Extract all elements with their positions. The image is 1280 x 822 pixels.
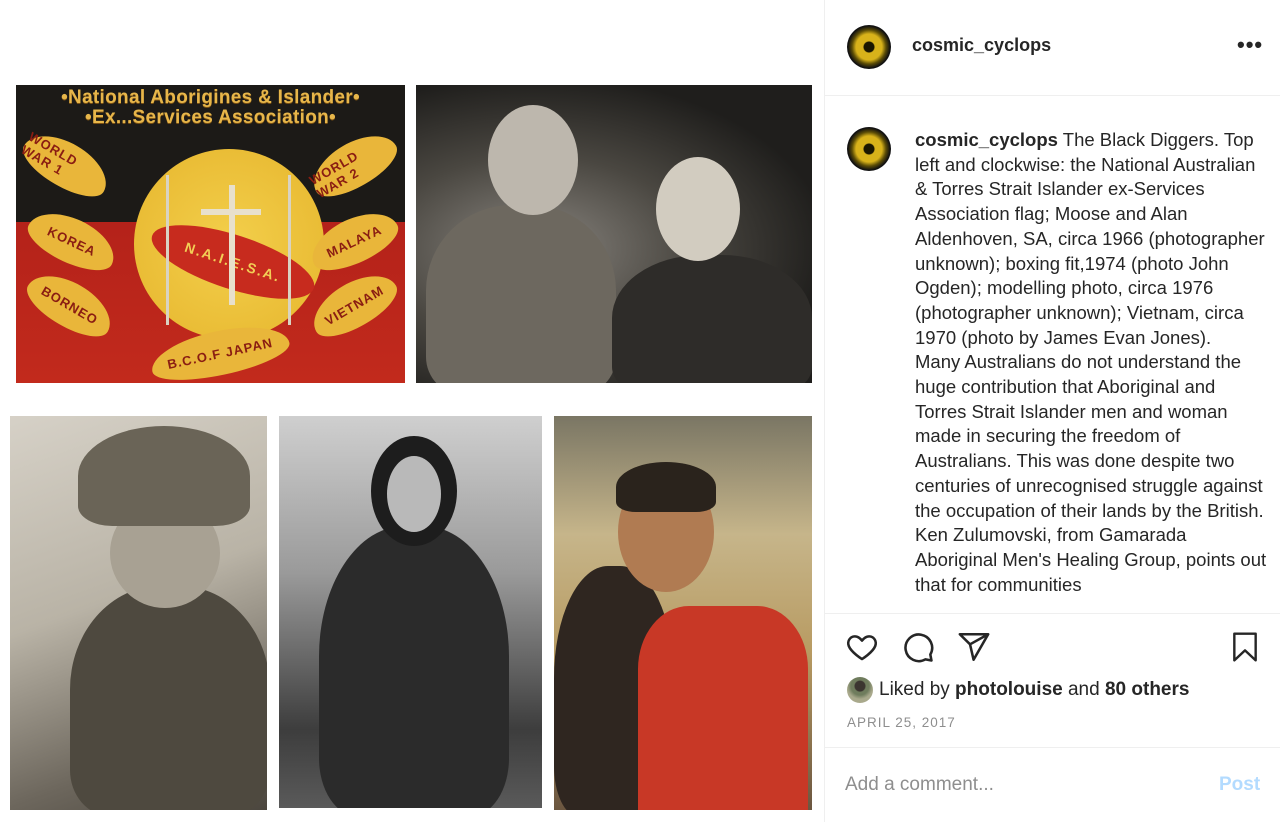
flag-title-line2: •Ex...Services Association• xyxy=(85,107,336,128)
avatar[interactable] xyxy=(847,127,891,171)
caption-text: The Black Diggers. Top left and clockwis… xyxy=(915,129,1267,595)
figure-head xyxy=(656,157,740,261)
figure-body xyxy=(70,586,267,810)
photo-flag: •National Aborigines & Islander• •Ex...S… xyxy=(16,85,405,383)
liked-and: and xyxy=(1062,679,1105,700)
post-media[interactable]: •National Aborigines & Islander• •Ex...S… xyxy=(0,0,824,822)
photo-red-singlet xyxy=(554,416,812,810)
bookmark-icon[interactable] xyxy=(1229,630,1261,664)
flag-boomerang: WORLD WAR 1 xyxy=(16,122,117,208)
heart-icon[interactable] xyxy=(845,630,879,664)
flag-boomerang: WORLD WAR 2 xyxy=(303,122,405,208)
figure-head xyxy=(488,105,578,215)
post-button[interactable]: Post xyxy=(1219,774,1260,796)
share-icon[interactable] xyxy=(957,630,991,664)
post-actions: Liked by photolouise and 80 others APRIL… xyxy=(825,613,1280,747)
figure-body xyxy=(319,526,509,808)
flag-boomerang: KOREA xyxy=(21,201,123,281)
username-link[interactable]: cosmic_cyclops xyxy=(912,35,1051,56)
photo-modelling xyxy=(279,416,542,808)
flag-spear xyxy=(166,175,169,325)
liker-avatar[interactable] xyxy=(847,677,873,703)
figure-hair xyxy=(616,462,716,512)
liked-others-link[interactable]: 80 others xyxy=(1105,679,1189,701)
liked-prefix: Liked by xyxy=(879,679,956,700)
flag-title-line1: •National Aborigines & Islander• xyxy=(61,87,360,108)
flag-boomerang: BORNEO xyxy=(19,262,121,348)
caption-username[interactable]: cosmic_cyclops xyxy=(915,129,1058,150)
flag-sword xyxy=(229,185,235,305)
more-icon[interactable]: ••• xyxy=(1237,32,1263,58)
figure-body xyxy=(612,255,812,383)
post-date[interactable]: APRIL 25, 2017 xyxy=(847,715,956,730)
figure-helmet xyxy=(78,426,250,526)
post-panel: cosmic_cyclops ••• cosmic_cyclops The Bl… xyxy=(824,0,1280,822)
post-header: cosmic_cyclops ••• xyxy=(825,0,1280,96)
liked-by: Liked by photolouise and 80 others xyxy=(847,677,1189,703)
comment-input[interactable] xyxy=(845,770,1195,800)
liked-user-link[interactable]: photolouise xyxy=(955,679,1063,701)
figure-body xyxy=(426,205,616,383)
figure-head xyxy=(387,456,441,532)
comment-bar: Post xyxy=(825,747,1280,822)
photo-soldier-helmet xyxy=(10,416,267,810)
figure-body xyxy=(638,606,808,810)
comment-icon[interactable] xyxy=(901,630,935,664)
flag-spear xyxy=(288,175,291,325)
flag-sword-guard xyxy=(201,209,261,215)
caption-scroll[interactable]: cosmic_cyclops The Black Diggers. Top le… xyxy=(825,97,1280,613)
caption: cosmic_cyclops The Black Diggers. Top le… xyxy=(915,128,1271,597)
photo-two-men xyxy=(416,85,812,383)
avatar[interactable] xyxy=(847,25,891,69)
